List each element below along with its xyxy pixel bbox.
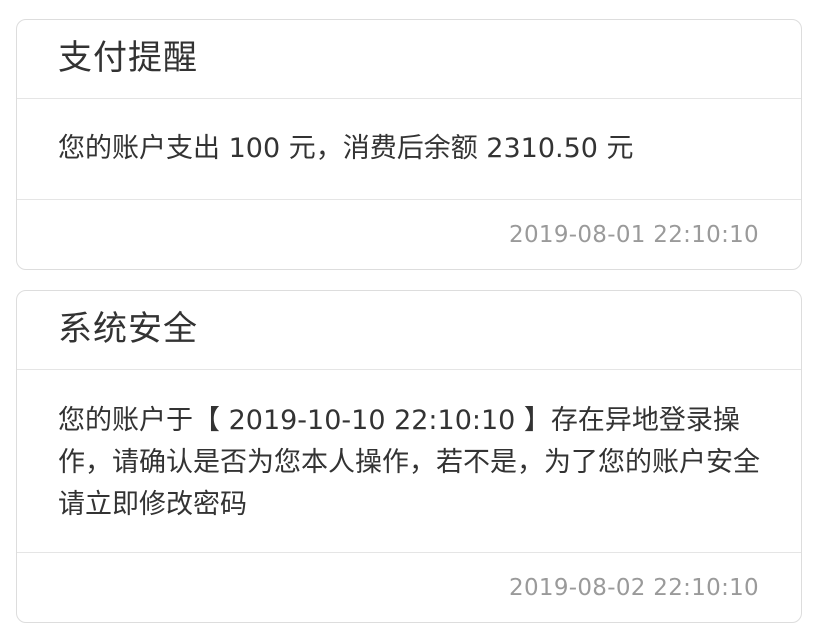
message-text: 您的账户于【 2019-10-10 22:10:10 】存在异地登录操作，请确认… — [58, 405, 760, 520]
message-timestamp: 2019-08-01 22:10:10 — [509, 222, 759, 248]
card-content: 您的账户于【 2019-10-10 22:10:10 】存在异地登录操作，请确认… — [17, 370, 801, 553]
card-content: 您的账户支出 100 元，消费后余额 2310.50 元 — [17, 99, 801, 200]
card-header: 系统安全 — [17, 291, 801, 370]
card-title: 系统安全 — [58, 309, 198, 349]
message-card-payment[interactable]: 支付提醒 您的账户支出 100 元，消费后余额 2310.50 元 2019-0… — [16, 19, 802, 270]
message-timestamp: 2019-08-02 22:10:10 — [509, 575, 759, 601]
card-footer: 2019-08-02 22:10:10 — [17, 553, 801, 622]
card-title: 支付提醒 — [58, 38, 198, 78]
card-footer: 2019-08-01 22:10:10 — [17, 200, 801, 269]
message-text: 您的账户支出 100 元，消费后余额 2310.50 元 — [58, 133, 634, 164]
card-header: 支付提醒 — [17, 20, 801, 99]
message-card-security[interactable]: 系统安全 您的账户于【 2019-10-10 22:10:10 】存在异地登录操… — [16, 290, 802, 623]
